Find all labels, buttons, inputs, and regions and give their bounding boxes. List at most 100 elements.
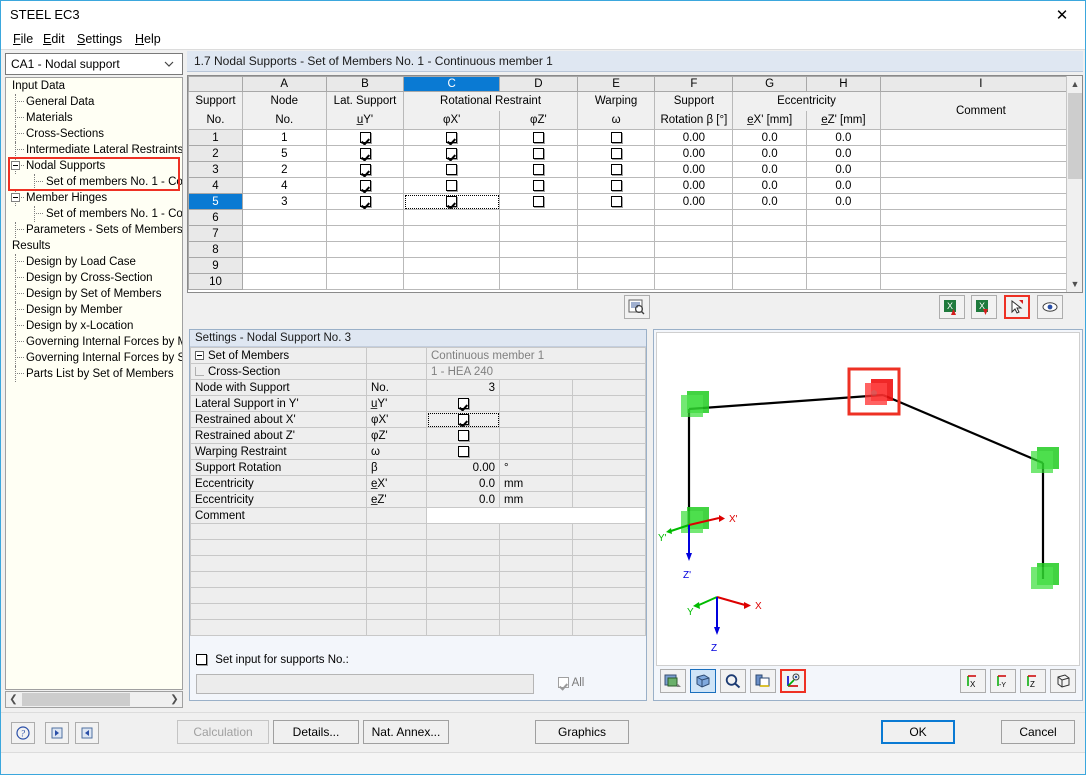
column-header-B[interactable]: B	[326, 77, 404, 92]
cell-warping[interactable]	[577, 210, 655, 226]
sidebar-item-intermediate-lateral-restraints[interactable]: Intermediate Lateral Restraints	[6, 142, 182, 158]
checkbox[interactable]	[458, 414, 469, 425]
cell-lateral-support[interactable]	[326, 194, 404, 210]
cell-eccentricity-ez[interactable]: 0.0	[807, 178, 881, 194]
cell-lateral-support[interactable]	[326, 146, 404, 162]
cell-eccentricity-ex[interactable]: 0.0	[733, 162, 807, 178]
settings-row[interactable]: Restrained about X'φX'	[191, 412, 646, 428]
cell-eccentricity-ex[interactable]	[733, 258, 807, 274]
cell-eccentricity-ez[interactable]	[807, 226, 881, 242]
cell-eccentricity-ex[interactable]: 0.0	[733, 130, 807, 146]
cell-warping[interactable]	[577, 226, 655, 242]
checkbox[interactable]	[533, 196, 544, 207]
ok-button[interactable]: OK	[881, 720, 955, 744]
calculation-button[interactable]: Calculation	[177, 720, 269, 744]
row-header[interactable]: 7	[189, 226, 243, 242]
cell-support-rotation[interactable]: 0.00	[655, 194, 733, 210]
cell-rotational-phiz[interactable]	[500, 210, 578, 226]
cell-node-no[interactable]: 5	[242, 146, 326, 162]
isometric-view-button[interactable]	[1050, 669, 1076, 693]
settings-row-checkbox-cell[interactable]	[427, 412, 500, 428]
cell-rotational-phiz[interactable]	[500, 242, 578, 258]
cell-rotational-phiz[interactable]	[500, 146, 578, 162]
sidebar-item-design-by-x-location[interactable]: Design by x-Location	[6, 318, 182, 334]
set-input-for-supports-row[interactable]: Set input for supports No.:	[196, 654, 349, 666]
checkbox[interactable]	[360, 148, 371, 159]
menu-settings[interactable]: Settings	[73, 32, 126, 46]
cell-eccentricity-ex[interactable]: 0.0	[733, 178, 807, 194]
checkbox[interactable]	[611, 132, 622, 143]
cell-node-no[interactable]: 2	[242, 162, 326, 178]
column-header-corner[interactable]	[189, 77, 243, 92]
row-header[interactable]: 10	[189, 274, 243, 290]
table-preview-button[interactable]	[624, 295, 650, 319]
cell-support-rotation[interactable]	[655, 258, 733, 274]
row-header[interactable]: 8	[189, 242, 243, 258]
settings-row[interactable]: Support Rotationβ0.00°	[191, 460, 646, 476]
render-model-button[interactable]	[660, 669, 686, 693]
sidebar-item-parameters-sets-of-members[interactable]: Parameters - Sets of Members	[6, 222, 182, 238]
all-checkbox[interactable]	[558, 677, 569, 688]
settings-row-checkbox-cell[interactable]	[427, 444, 500, 460]
cell-rotational-phix[interactable]	[404, 242, 500, 258]
load-case-combo[interactable]: CA1 - Nodal support	[5, 53, 183, 75]
scroll-thumb[interactable]	[22, 693, 130, 706]
cell-rotational-phiz[interactable]	[500, 178, 578, 194]
expander-icon[interactable]	[195, 351, 204, 360]
cell-rotational-phiz[interactable]	[500, 274, 578, 290]
import-excel-button[interactable]: X	[939, 295, 965, 319]
cell-node-no[interactable]	[242, 258, 326, 274]
cell-eccentricity-ex[interactable]: 0.0	[733, 146, 807, 162]
sidebar-item-set-of-members-no-1-cor[interactable]: Set of members No. 1 - Cor	[6, 174, 182, 190]
supports-numbers-input[interactable]	[196, 674, 534, 694]
cell-rotational-phiz[interactable]	[500, 226, 578, 242]
sidebar-item-governing-internal-forces-by-s[interactable]: Governing Internal Forces by S	[6, 350, 182, 366]
sidebar-item-design-by-set-of-members[interactable]: Design by Set of Members	[6, 286, 182, 302]
cell-comment[interactable]	[880, 242, 1081, 258]
cell-comment[interactable]	[880, 162, 1081, 178]
next-module-button[interactable]	[75, 722, 99, 744]
sidebar-item-general-data[interactable]: General Data	[6, 94, 182, 110]
graphics-button[interactable]: Graphics	[535, 720, 629, 744]
checkbox[interactable]	[360, 196, 371, 207]
view-in-y-button[interactable]: -Y	[990, 669, 1016, 693]
scroll-up-icon[interactable]: ▲	[1067, 76, 1083, 92]
settings-table[interactable]: Set of MembersContinuous member 1Cross-S…	[190, 347, 646, 636]
table-row[interactable]: 110.000.00.0	[189, 130, 1082, 146]
column-header-E[interactable]: E	[577, 77, 655, 92]
cell-support-rotation[interactable]: 0.00	[655, 130, 733, 146]
menu-file[interactable]: FFileile	[9, 32, 37, 46]
settings-row-value[interactable]	[427, 508, 646, 524]
settings-row-checkbox-cell[interactable]	[427, 396, 500, 412]
cell-node-no[interactable]	[242, 242, 326, 258]
column-header-H[interactable]: H	[807, 77, 881, 92]
cell-node-no[interactable]	[242, 274, 326, 290]
checkbox[interactable]	[533, 164, 544, 175]
table-row[interactable]: 6	[189, 210, 1082, 226]
table-row[interactable]: 10	[189, 274, 1082, 290]
cell-warping[interactable]	[577, 178, 655, 194]
sidebar-item-parts-list-by-set-of-members[interactable]: Parts List by Set of Members	[6, 366, 182, 382]
settings-row[interactable]: Restrained about Z'φZ'	[191, 428, 646, 444]
cell-rotational-phix[interactable]	[404, 226, 500, 242]
sidebar-item-results[interactable]: Results	[6, 238, 182, 254]
cell-eccentricity-ez[interactable]: 0.0	[807, 194, 881, 210]
scroll-left-icon[interactable]: ❮	[6, 692, 21, 707]
cell-lateral-support[interactable]	[326, 162, 404, 178]
cell-warping[interactable]	[577, 162, 655, 178]
row-header[interactable]: 6	[189, 210, 243, 226]
cell-rotational-phix[interactable]	[404, 178, 500, 194]
checkbox[interactable]	[360, 164, 371, 175]
settings-row[interactable]: Set of MembersContinuous member 1	[191, 348, 646, 364]
column-header-A[interactable]: A	[242, 77, 326, 92]
zoom-button[interactable]	[720, 669, 746, 693]
settings-row[interactable]: Eccentricitye̲Z'0.0mm	[191, 492, 646, 508]
set-input-checkbox[interactable]	[196, 654, 207, 665]
view-mode-button[interactable]	[1037, 295, 1063, 319]
checkbox[interactable]	[458, 446, 469, 457]
cell-rotational-phiz[interactable]	[500, 194, 578, 210]
cell-warping[interactable]	[577, 242, 655, 258]
cell-rotational-phix[interactable]	[404, 210, 500, 226]
cell-eccentricity-ez[interactable]	[807, 242, 881, 258]
cell-lateral-support[interactable]	[326, 258, 404, 274]
